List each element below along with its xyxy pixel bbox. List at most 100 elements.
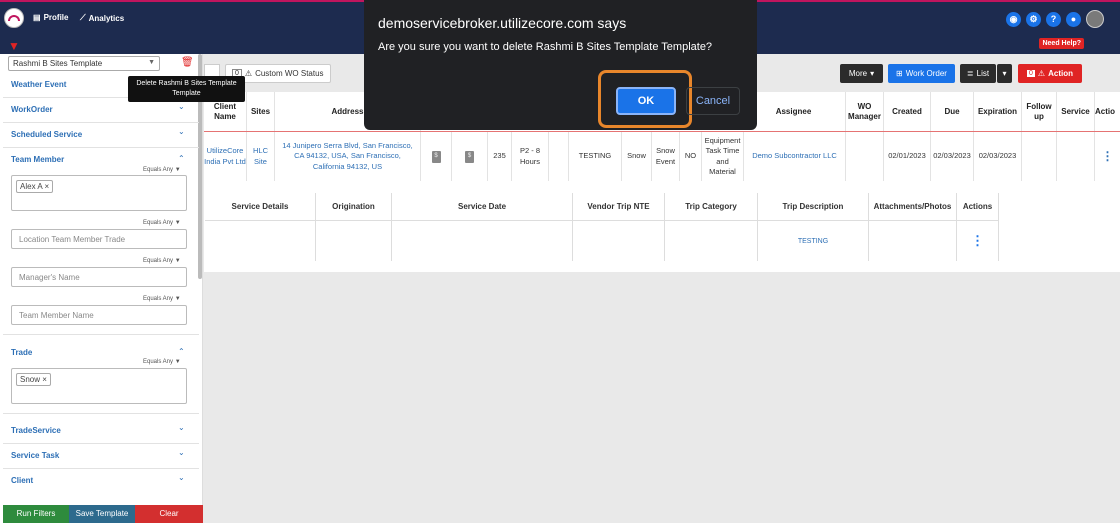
sub-cell-trip-description[interactable]: TESTING [758,221,869,261]
list-dropdown-button[interactable]: ▾ [997,64,1012,83]
equals-any-label: Equals Any [143,296,174,302]
col-header-expiration[interactable]: Expiration [974,92,1022,131]
caret-down-icon: ▾ [870,69,875,78]
section-trade-service[interactable]: TradeService [11,426,61,435]
chevron-down-icon[interactable]: ⌄ [178,473,185,482]
divider [3,468,199,469]
list-label: List [976,69,990,78]
nav-profile-link[interactable]: ▤ Profile [33,13,68,22]
section-service-task[interactable]: Service Task [11,451,59,460]
section-trade[interactable]: Trade [11,348,32,357]
action-button[interactable]: 0 ⚠ Action [1018,64,1082,83]
cell-status: TESTING [569,132,622,181]
cell-invoice[interactable]: $ [452,132,488,181]
gear-icon[interactable]: ⚙ [1026,11,1041,27]
chevron-up-icon[interactable]: ⌃ [178,347,185,356]
trade-multiselect[interactable]: Snow × [11,368,187,404]
divider [3,334,199,335]
help-icon[interactable]: ? [1046,11,1061,27]
divider [3,147,199,148]
cell-wo-manager [846,132,884,181]
avatar[interactable] [1086,10,1104,28]
cancel-button[interactable]: Cancel [686,87,740,115]
equals-any-toggle[interactable]: Equals Any ▼ [143,359,181,365]
cell-client[interactable]: UtilizeCore India Pvt Ltd [204,132,247,181]
app-logo[interactable] [4,8,24,28]
nav-analytics-link[interactable]: ⟋ Analytics [80,13,124,23]
kebab-menu-icon[interactable]: ⋮ [1095,132,1120,181]
cell-site[interactable]: HLC Site [247,132,275,181]
warning-icon: ⚠ [244,69,253,78]
trade-chip[interactable]: Snow × [16,373,51,386]
chevron-down-icon[interactable]: ⌄ [178,127,185,136]
equals-any-toggle[interactable]: Equals Any ▼ [143,258,181,264]
caret-down-icon: ▾ [1002,69,1007,78]
section-scheduled-service[interactable]: Scheduled Service [11,130,82,139]
compass-icon[interactable]: ◉ [1006,11,1021,27]
team-member-name-input[interactable]: Team Member Name [11,305,187,325]
sub-cell-service-date [392,221,573,261]
col-header-due[interactable]: Due [931,92,974,131]
col-header-follow-up[interactable]: Follow up [1022,92,1057,131]
work-order-label: Work Order [905,69,947,78]
divider [3,443,199,444]
equals-any-toggle[interactable]: Equals Any ▼ [143,220,181,226]
col-header-created[interactable]: Created [884,92,931,131]
sub-header-service-date: Service Date [392,193,573,221]
document-icon: $ [431,150,441,163]
trash-icon[interactable]: 🗑 [181,57,194,68]
equals-any-toggle[interactable]: Equals Any ▼ [143,296,181,302]
chevron-down-icon[interactable]: ⌄ [178,102,185,111]
run-filters-button[interactable]: Run Filters [3,505,69,523]
team-member-chip[interactable]: Alex A × [16,180,54,193]
chevron-down-icon[interactable]: ⌄ [178,448,185,457]
sub-header-trip-description: Trip Description [758,193,869,221]
list-view-button[interactable]: ≣ List [960,64,996,83]
equals-any-toggle[interactable]: Equals Any ▼ [143,167,181,173]
sub-cell-origination [316,221,392,261]
delete-template-tooltip: Delete Rashmi B Sites Template Template [128,76,245,102]
chip-label: Alex A [20,182,43,191]
manager-name-input[interactable]: Manager's Name [11,267,187,287]
section-weather-event[interactable]: Weather Event [11,80,66,89]
filter-icon[interactable]: ▼ [8,39,20,53]
chevron-down-icon[interactable]: ⌄ [178,423,185,432]
kebab-menu-icon[interactable]: ⋮ [957,221,999,261]
divider [3,413,199,414]
cell-assignee[interactable]: Demo Subcontractor LLC [744,132,846,181]
section-workorder[interactable]: WorkOrder [11,105,53,114]
work-order-button[interactable]: ⊞ Work Order [888,64,955,83]
chevron-up-icon[interactable]: ⌃ [178,154,185,163]
col-header-service[interactable]: Service [1057,92,1095,131]
profile-icon: ▤ [33,13,41,22]
cell-priority: P2 - 8 Hours [512,132,549,181]
sub-header-actions: Actions [957,193,999,221]
cell-qty: 235 [488,132,512,181]
chat-icon[interactable]: ● [1066,11,1081,27]
col-header-assignee[interactable]: Assignee [742,92,846,131]
col-header-actions[interactable]: Actio [1095,92,1120,131]
section-team-member[interactable]: Team Member [11,155,64,164]
cell-trade: Snow [622,132,652,181]
sub-cell-vendor-trip-nte [573,221,665,261]
sub-header-attachments: Attachments/Photos [869,193,957,221]
nav-profile-label: Profile [43,13,69,22]
clear-button[interactable]: Clear [135,505,203,523]
ok-button[interactable]: OK [616,87,676,115]
cell-service [1057,132,1095,181]
section-client[interactable]: Client [11,476,33,485]
location-team-member-trade-input[interactable]: Location Team Member Trade [11,229,187,249]
cell-address[interactable]: 14 Junipero Serra Blvd, San Francisco, C… [275,132,421,181]
template-select[interactable]: Rashmi B Sites Template ▼ [8,56,160,71]
sub-cell-trip-category [665,221,758,261]
col-header-wo-manager[interactable]: WO Manager [846,92,884,131]
cell-document[interactable]: $ [421,132,452,181]
cell-expiration: 02/03/2023 [974,132,1022,181]
col-header-sites[interactable]: Sites [247,92,275,131]
team-member-multiselect[interactable]: Alex A × [11,175,187,211]
caret-down-icon: ▼ [148,59,155,66]
more-button[interactable]: More ▾ [840,64,883,83]
save-template-button[interactable]: Save Template [69,505,135,523]
custom-status-label: Custom WO Status [255,69,324,78]
need-help-button[interactable]: Need Help? [1039,38,1084,49]
